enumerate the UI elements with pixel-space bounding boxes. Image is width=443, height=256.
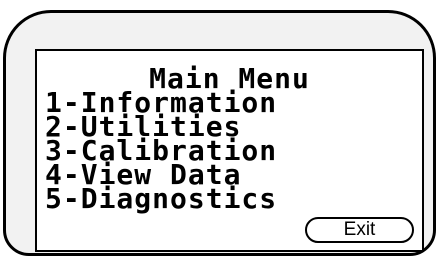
device-frame: Main Menu 1-Information 2-Utilities 3-Ca…: [3, 10, 436, 256]
menu-item-diagnostics[interactable]: 5-Diagnostics: [45, 185, 277, 213]
exit-button[interactable]: Exit: [305, 217, 414, 243]
lcd-screen: Main Menu 1-Information 2-Utilities 3-Ca…: [35, 49, 424, 252]
menu-list: 1-Information 2-Utilities 3-Calibration …: [45, 89, 277, 213]
